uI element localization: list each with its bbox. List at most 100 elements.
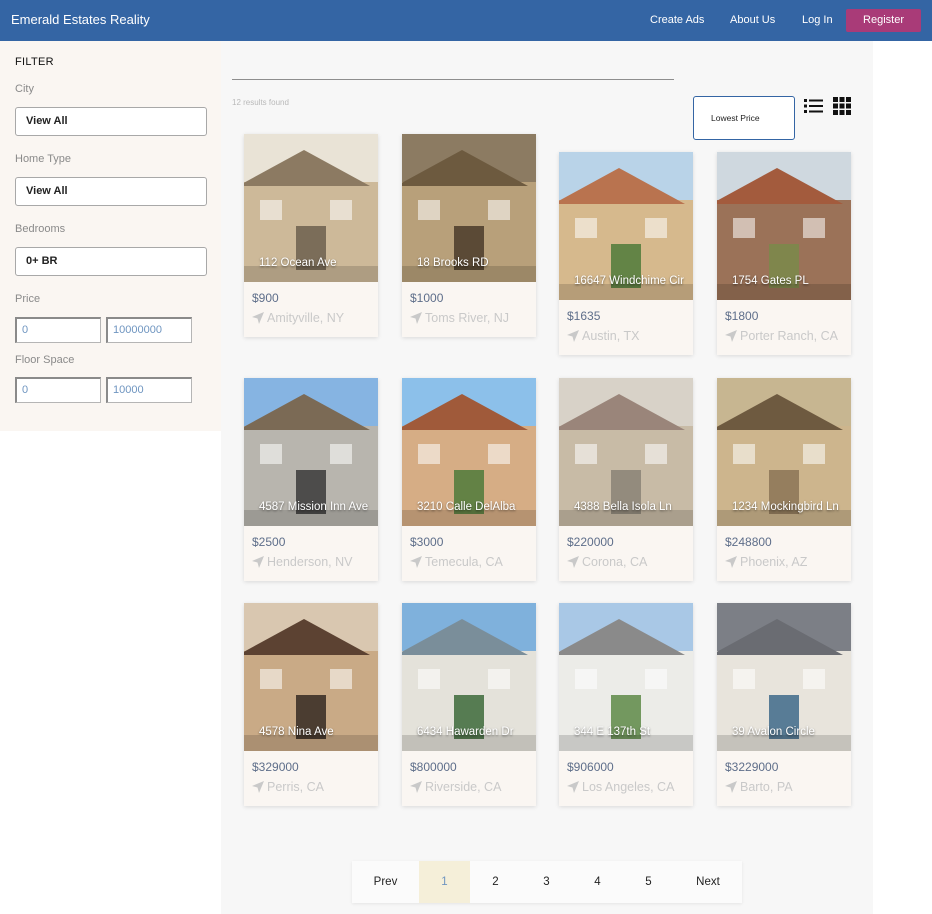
- listing-location-text: Temecula, CA: [425, 555, 503, 569]
- listing-price: $800000: [410, 760, 457, 774]
- register-button[interactable]: Register: [846, 9, 921, 32]
- listing-location: Toms River, NJ: [410, 311, 509, 325]
- listing-address: 4587 Mission Inn Ave: [259, 501, 369, 513]
- listing-price: $1635: [567, 309, 601, 323]
- nav-about-us[interactable]: About Us: [730, 14, 775, 26]
- listing-address: 344 E 137th St: [574, 726, 651, 738]
- listing-card[interactable]: 344 E 137th St $906000 Los Angeles, CA: [559, 603, 693, 806]
- location-arrow-icon: [252, 312, 264, 324]
- listing-location-text: Porter Ranch, CA: [740, 329, 838, 343]
- listing-price: $1800: [725, 309, 759, 323]
- nav-log-in[interactable]: Log In: [802, 14, 833, 26]
- floor-max-input[interactable]: 10000: [106, 377, 192, 403]
- listing-card[interactable]: 39 Avalon Circle $3229000 Barto, PA: [717, 603, 851, 806]
- price-max-input[interactable]: 10000000: [106, 317, 192, 343]
- grid-view-icon[interactable]: [833, 97, 851, 115]
- listing-price: $3229000: [725, 760, 779, 774]
- search-input-underline[interactable]: [232, 79, 674, 80]
- location-arrow-icon: [410, 556, 422, 568]
- page-4-button[interactable]: 4: [572, 861, 623, 903]
- listing-location: Austin, TX: [567, 329, 639, 343]
- listing-location: Porter Ranch, CA: [725, 329, 838, 343]
- listing-card[interactable]: 4388 Bella Isola Ln $220000 Corona, CA: [559, 378, 693, 581]
- listing-price: $329000: [252, 760, 299, 774]
- listing-location-text: Los Angeles, CA: [582, 780, 675, 794]
- page-5-button[interactable]: 5: [623, 861, 674, 903]
- prev-page-button[interactable]: Prev: [352, 861, 419, 903]
- top-navbar: Emerald Estates Reality Create Ads About…: [0, 0, 932, 41]
- listing-location-text: Perris, CA: [267, 780, 324, 794]
- location-arrow-icon: [410, 781, 422, 793]
- listing-price: $1000: [410, 291, 444, 305]
- location-arrow-icon: [567, 330, 579, 342]
- listing-location: Riverside, CA: [410, 780, 501, 794]
- listing-price: $900: [252, 291, 279, 305]
- listing-price: $3000: [410, 535, 444, 549]
- listing-card[interactable]: 4578 Nina Ave $329000 Perris, CA: [244, 603, 378, 806]
- location-arrow-icon: [725, 556, 737, 568]
- city-label: City: [15, 83, 34, 95]
- listing-location: Perris, CA: [252, 780, 324, 794]
- listing-address: 1754 Gates PL: [732, 275, 809, 287]
- listing-location-text: Amityville, NY: [267, 311, 345, 325]
- listing-location: Henderson, NV: [252, 555, 352, 569]
- listing-address: 18 Brooks RD: [417, 257, 489, 269]
- listing-location-text: Riverside, CA: [425, 780, 502, 794]
- listing-card[interactable]: 18 Brooks RD $1000 Toms River, NJ: [402, 134, 536, 337]
- listing-location: Phoenix, AZ: [725, 555, 807, 569]
- listing-card[interactable]: 6434 Hawarden Dr $800000 Riverside, CA: [402, 603, 536, 806]
- listing-card[interactable]: 112 Ocean Ave $900 Amityville, NY: [244, 134, 378, 337]
- listing-card[interactable]: 1234 Mockingbird Ln $248800 Phoenix, AZ: [717, 378, 851, 581]
- listing-card[interactable]: 16647 Windchime Cir $1635 Austin, TX: [559, 152, 693, 355]
- page-3-button[interactable]: 3: [521, 861, 572, 903]
- listing-location: Temecula, CA: [410, 555, 503, 569]
- listing-location-text: Barto, PA: [740, 780, 793, 794]
- filter-title: FILTER: [15, 56, 54, 68]
- listing-location-text: Corona, CA: [582, 555, 648, 569]
- nav-create-ads[interactable]: Create Ads: [650, 14, 704, 26]
- listing-location: Corona, CA: [567, 555, 647, 569]
- filter-sidebar: FILTER City View All Home Type View All …: [0, 41, 221, 431]
- brand-title[interactable]: Emerald Estates Reality: [11, 12, 150, 27]
- home-type-select[interactable]: View All: [15, 177, 207, 206]
- list-view-icon[interactable]: [804, 98, 823, 114]
- listing-address: 16647 Windchime Cir: [574, 275, 684, 287]
- location-arrow-icon: [567, 556, 579, 568]
- listing-location-text: Henderson, NV: [267, 555, 353, 569]
- bedrooms-label: Bedrooms: [15, 223, 66, 235]
- listing-address: 4578 Nina Ave: [259, 726, 334, 738]
- listing-location: Barto, PA: [725, 780, 793, 794]
- listing-location: Amityville, NY: [252, 311, 344, 325]
- listing-price: $220000: [567, 535, 614, 549]
- location-arrow-icon: [725, 781, 737, 793]
- next-page-button[interactable]: Next: [674, 861, 742, 903]
- sort-select[interactable]: Lowest Price: [693, 96, 795, 140]
- price-min-input[interactable]: 0: [15, 317, 101, 343]
- listing-card[interactable]: 3210 Calle DelAlba $3000 Temecula, CA: [402, 378, 536, 581]
- listing-address: 6434 Hawarden Dr: [417, 726, 514, 738]
- listing-address: 112 Ocean Ave: [259, 257, 337, 269]
- listing-location-text: Austin, TX: [582, 329, 640, 343]
- results-count: 12 results found: [232, 98, 289, 107]
- page-1-button[interactable]: 1: [419, 861, 470, 903]
- listing-location-text: Toms River, NJ: [425, 311, 510, 325]
- listing-location: Los Angeles, CA: [567, 780, 674, 794]
- listing-price: $906000: [567, 760, 614, 774]
- bedrooms-select[interactable]: 0+ BR: [15, 247, 207, 276]
- page-2-button[interactable]: 2: [470, 861, 521, 903]
- city-select[interactable]: View All: [15, 107, 207, 136]
- listing-card[interactable]: 1754 Gates PL $1800 Porter Ranch, CA: [717, 152, 851, 355]
- pagination: Prev 1 2 3 4 5 Next: [352, 861, 742, 903]
- location-arrow-icon: [725, 330, 737, 342]
- listing-address: 1234 Mockingbird Ln: [732, 501, 839, 513]
- listing-address: 3210 Calle DelAlba: [417, 501, 516, 513]
- price-label: Price: [15, 293, 41, 305]
- listing-location-text: Phoenix, AZ: [740, 555, 808, 569]
- location-arrow-icon: [252, 556, 264, 568]
- location-arrow-icon: [567, 781, 579, 793]
- listing-card[interactable]: 4587 Mission Inn Ave $2500 Henderson, NV: [244, 378, 378, 581]
- listing-address: 39 Avalon Circle: [732, 726, 815, 738]
- floor-space-label: Floor Space: [15, 354, 75, 366]
- floor-min-input[interactable]: 0: [15, 377, 101, 403]
- home-type-label: Home Type: [15, 153, 72, 165]
